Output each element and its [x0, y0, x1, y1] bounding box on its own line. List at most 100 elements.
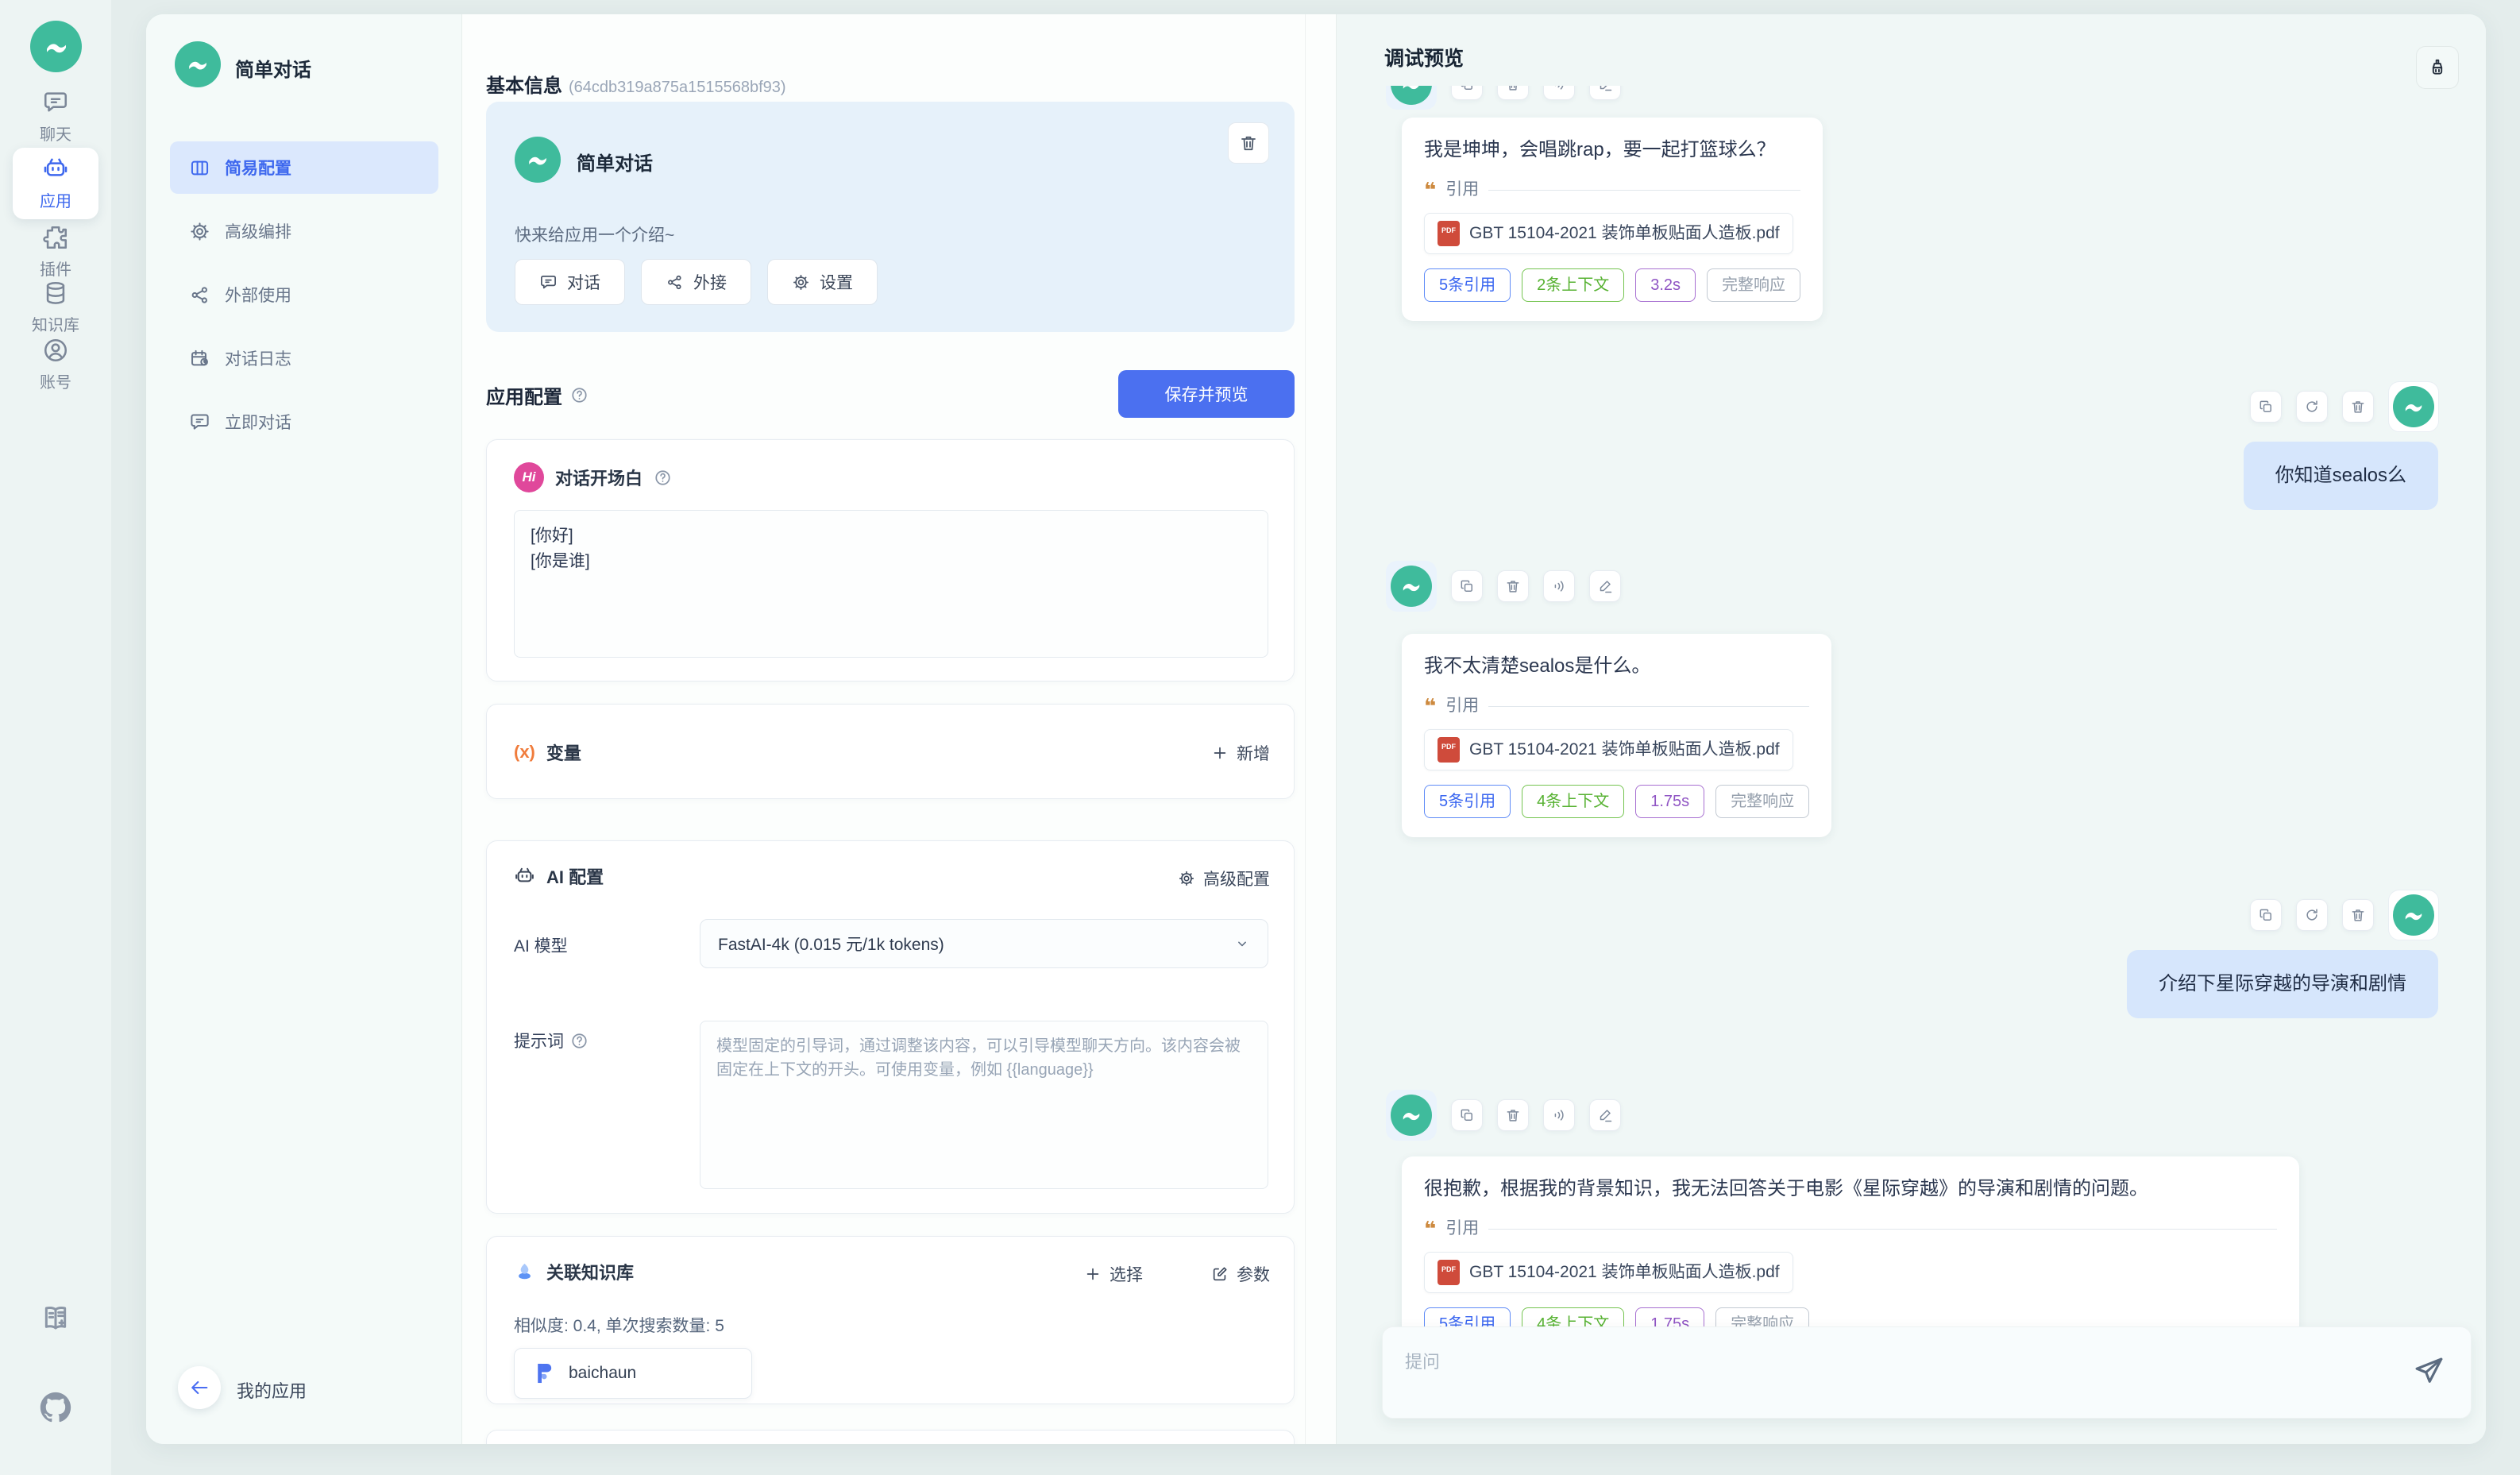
rail-item-account[interactable]: 账号	[13, 337, 98, 392]
gear-icon	[1178, 870, 1195, 887]
sidebar-item-external-use[interactable]: 外部使用	[170, 268, 438, 321]
share-icon	[189, 284, 210, 306]
copy-button[interactable]	[1451, 86, 1483, 100]
copy-button[interactable]	[1451, 570, 1483, 602]
quoted-file-chip[interactable]: PDF GBT 15104-2021 装饰单板贴面人造板.pdf	[1424, 1252, 1793, 1293]
full-response-badge[interactable]: 完整响应	[1707, 268, 1800, 302]
read-aloud-button[interactable]	[1543, 570, 1575, 602]
edit-button[interactable]	[1589, 1099, 1621, 1131]
sidebar-item-chat-logs[interactable]: 对话日志	[170, 332, 438, 384]
question-icon[interactable]	[570, 386, 589, 404]
rail-item-label: 聊天	[40, 122, 71, 145]
quote-count-badge[interactable]: 5条引用	[1424, 268, 1511, 302]
delete-button[interactable]	[2342, 899, 2374, 931]
rail-item-apps[interactable]: 应用	[13, 148, 98, 219]
duration-badge[interactable]: 1.75s	[1635, 785, 1704, 818]
question-icon[interactable]	[654, 469, 672, 487]
trash-icon	[2350, 907, 2366, 923]
chat-icon	[42, 89, 69, 116]
edit-button[interactable]	[1589, 570, 1621, 602]
delete-button[interactable]	[1497, 1099, 1529, 1131]
dataset-item-baichaun[interactable]: baichaun	[514, 1348, 752, 1399]
back-to-my-apps-button[interactable]	[178, 1366, 221, 1409]
delete-button[interactable]	[2342, 391, 2374, 423]
robot-icon	[514, 866, 535, 887]
edit-button[interactable]	[1589, 86, 1621, 100]
delete-button[interactable]	[1497, 86, 1529, 100]
chat-bubble-icon	[189, 411, 210, 433]
dataset-logo-icon	[531, 1360, 558, 1387]
context-count-badge[interactable]: 2条上下文	[1522, 268, 1624, 302]
dataset-params-button[interactable]: 参数	[1211, 1262, 1270, 1286]
send-button[interactable]	[2412, 1354, 2449, 1391]
duration-badge[interactable]: 3.2s	[1635, 268, 1696, 302]
chat-scroll-area[interactable]: 我是坤坤，会唱跳rap，要一起打篮球么？ ❝ 引用 PDF GBT 15104-…	[1337, 86, 2486, 1444]
model-label: AI 模型	[514, 933, 568, 957]
context-count-badge[interactable]: 4条上下文	[1522, 785, 1624, 818]
user-action-row	[2250, 890, 2439, 940]
copy-icon	[1459, 86, 1475, 92]
sidebar-item-chat-now[interactable]: 立即对话	[170, 396, 438, 448]
paper-plane-icon	[2412, 1354, 2445, 1388]
copy-button[interactable]	[2250, 391, 2282, 423]
delete-app-button[interactable]	[1228, 122, 1269, 164]
robot-icon	[42, 156, 69, 183]
full-response-badge[interactable]: 完整响应	[1715, 785, 1809, 818]
sound-icon	[1551, 1107, 1567, 1123]
quoted-file-chip[interactable]: PDF GBT 15104-2021 装饰单板贴面人造板.pdf	[1424, 729, 1793, 770]
app-title: 简单对话	[235, 54, 311, 82]
brand-logo[interactable]	[30, 21, 82, 72]
trash-icon	[1505, 578, 1521, 594]
copy-button[interactable]	[2250, 899, 2282, 931]
quoted-file-chip[interactable]: PDF GBT 15104-2021 装饰单板贴面人造板.pdf	[1424, 213, 1793, 254]
question-icon[interactable]	[570, 1032, 589, 1050]
copy-icon	[2258, 399, 2274, 415]
pdf-icon: PDF	[1438, 221, 1460, 246]
gear-icon	[792, 273, 810, 292]
dataset-title: 关联知识库	[546, 1259, 634, 1284]
assistant-message: 我是坤坤，会唱跳rap，要一起打篮球么？ ❝ 引用 PDF GBT 15104-…	[1402, 118, 1823, 321]
read-aloud-button[interactable]	[1543, 86, 1575, 100]
prompt-textarea[interactable]	[700, 1021, 1268, 1189]
quote-label: 引用	[1445, 693, 1479, 720]
rail-item-chat[interactable]: 聊天	[13, 89, 98, 145]
sidebar-item-simple-config[interactable]: 简易配置	[170, 141, 438, 194]
docs-button[interactable]	[0, 1303, 111, 1334]
advanced-config-button[interactable]: 高级配置	[1178, 867, 1270, 890]
my-apps-label[interactable]: 我的应用	[237, 1377, 307, 1403]
edit-icon	[1597, 578, 1613, 594]
sidebar-item-advanced-orchestration[interactable]: 高级编排	[170, 205, 438, 257]
copy-button[interactable]	[1451, 1099, 1483, 1131]
retry-button[interactable]	[2296, 391, 2328, 423]
quoted-file-name: GBT 15104-2021 装饰单板贴面人造板.pdf	[1469, 736, 1780, 763]
quoted-file-name: GBT 15104-2021 装饰单板贴面人造板.pdf	[1469, 220, 1780, 247]
github-button[interactable]	[0, 1392, 111, 1423]
chevron-down-icon	[1234, 936, 1250, 952]
read-aloud-button[interactable]	[1543, 1099, 1575, 1131]
delete-button[interactable]	[1497, 570, 1529, 602]
rail-item-datasets[interactable]: 知识库	[13, 280, 98, 335]
model-select[interactable]: FastAI-4k (0.015 元/1k tokens)	[700, 919, 1268, 968]
settings-action-button[interactable]: 设置	[767, 259, 878, 305]
dataset-item-label: baichaun	[569, 1364, 636, 1383]
github-icon	[40, 1392, 71, 1423]
external-action-button[interactable]: 外接	[641, 259, 751, 305]
quoted-file-name: GBT 15104-2021 装饰单板贴面人造板.pdf	[1469, 1259, 1780, 1286]
debug-title: 调试预览	[1384, 43, 1464, 71]
rail-item-plugins[interactable]: 插件	[13, 224, 98, 280]
plus-icon	[1084, 1265, 1102, 1283]
quote-icon: ❝	[1424, 696, 1436, 716]
user-message: 介绍下星际穿越的导演和剧情	[2127, 950, 2438, 1018]
quote-count-badge[interactable]: 5条引用	[1424, 785, 1511, 818]
app-info-card: 简单对话 快来给应用一个介绍~ 对话 外接 设置	[486, 102, 1295, 332]
save-and-preview-button[interactable]: 保存并预览	[1118, 370, 1295, 418]
add-variable-button[interactable]: 新增	[1211, 741, 1270, 765]
clear-chat-button[interactable]	[2416, 46, 2459, 89]
chat-input[interactable]	[1383, 1327, 2471, 1418]
chat-action-button[interactable]: 对话	[515, 259, 625, 305]
add-variable-label: 新增	[1237, 741, 1270, 765]
retry-button[interactable]	[2296, 899, 2328, 931]
opening-message-textarea[interactable]: [你好] [你是谁]	[514, 510, 1268, 658]
select-dataset-button[interactable]: 选择	[1084, 1262, 1143, 1286]
message-text: 我是坤坤，会唱跳rap，要一起打篮球么？	[1424, 137, 1800, 164]
